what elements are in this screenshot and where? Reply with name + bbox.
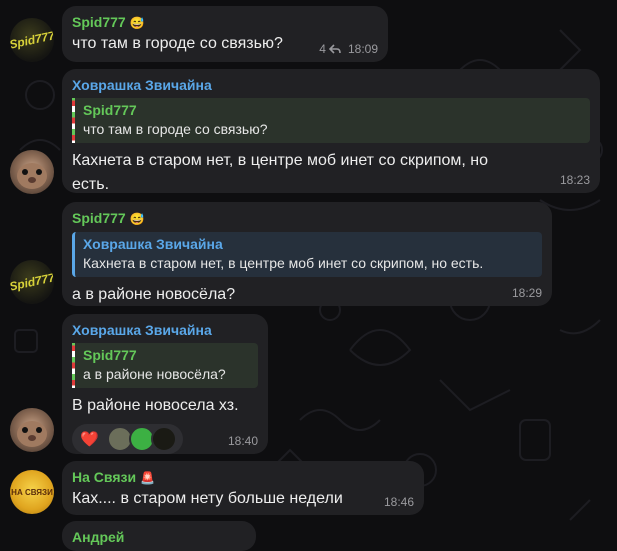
message-text-line: Кахнета в старом нет, в центре моб инет … xyxy=(72,152,488,169)
message-text: В районе новосела хз. xyxy=(72,397,239,414)
sender-name[interactable]: Ховрашка Звичайна xyxy=(72,76,590,94)
message-time: 18:46 xyxy=(383,495,414,509)
message-bubble[interactable]: Ховрашка Звичайна Spid777 что там в горо… xyxy=(62,69,600,193)
quote-text: а в районе новосёла? xyxy=(83,366,226,382)
avatar-label: НА СВЯЗИ xyxy=(11,487,53,497)
reply-quote[interactable]: Spid777 а в районе новосёла? xyxy=(72,343,258,388)
reply-quote[interactable]: Spid777 что там в городе со связью? xyxy=(72,98,590,143)
message-bubble[interactable]: Spid777 😅 Ховрашка Звичайна Кахнета в ст… xyxy=(62,202,552,306)
quote-text: что там в городе со связью? xyxy=(83,121,268,137)
message-meta: 18:46 xyxy=(384,495,414,509)
message-text: а в районе новосёла? xyxy=(72,286,236,303)
message-time: 18:23 xyxy=(559,173,590,187)
message-text-line: есть. xyxy=(72,176,110,193)
sender-emoji: 😅 xyxy=(129,16,145,30)
message-time: 18:29 xyxy=(511,286,542,300)
avatar-spid777[interactable]: Spid777 xyxy=(10,260,54,304)
quote-sender: Spid777 xyxy=(83,102,137,118)
sender-name[interactable]: На Связи 🚨 xyxy=(72,468,414,487)
message-meta: 18:23 xyxy=(560,173,590,187)
message-meta: 4 18:09 xyxy=(319,42,378,56)
message-time: 18:40 xyxy=(227,434,258,448)
message-text: Кахнета в старом нет, в центре моб инет … xyxy=(72,149,590,197)
sender-name[interactable]: Андрей xyxy=(72,528,246,546)
guinea-pig-icon xyxy=(17,163,47,189)
sender-emoji: 😅 xyxy=(129,212,145,226)
guinea-pig-icon xyxy=(17,421,47,447)
sender-name[interactable]: Spid777 😅 xyxy=(72,13,378,32)
quote-text: Кахнета в старом нет, в центре моб инет … xyxy=(83,255,484,271)
heart-reaction-icon: ❤️ xyxy=(80,431,99,448)
message-bubble[interactable]: Ховрашка Звичайна Spid777 а в районе нов… xyxy=(62,314,268,454)
reply-quote[interactable]: Ховрашка Звичайна Кахнета в старом нет, … xyxy=(72,232,542,277)
sender-name[interactable]: Spid777 😅 xyxy=(72,209,542,228)
message-bubble[interactable]: На Связи 🚨 Ках.... в старом нету больше … xyxy=(62,461,424,515)
reply-arrow-icon[interactable] xyxy=(328,44,341,54)
reply-count[interactable]: 4 xyxy=(319,42,326,56)
avatar-label: Spid777 xyxy=(10,28,54,52)
quote-sender: Ховрашка Звичайна xyxy=(83,236,223,252)
avatar-label: Spid777 xyxy=(10,270,54,294)
avatar-na-svyazi[interactable]: НА СВЯЗИ xyxy=(10,470,54,514)
message-meta: 18:40 xyxy=(228,434,258,448)
sender-emoji: 🚨 xyxy=(139,471,155,485)
reactor-avatar xyxy=(150,426,177,452)
heart-reaction-pill[interactable]: ❤️ xyxy=(72,424,183,454)
message-text: Ках.... в старом нету больше недели xyxy=(72,490,343,507)
message-bubble[interactable]: Spid777 😅 что там в городе со связью? 4 … xyxy=(62,6,388,62)
avatar-spid777[interactable]: Spid777 xyxy=(10,18,54,62)
quote-sender: Spid777 xyxy=(83,347,137,363)
message-meta: 18:29 xyxy=(512,286,542,300)
avatar-hovrashka[interactable] xyxy=(10,408,54,452)
message-bubble[interactable]: Андрей xyxy=(62,521,256,551)
message-time: 18:09 xyxy=(347,42,378,56)
sender-name[interactable]: Ховрашка Звичайна xyxy=(72,321,258,339)
avatar-hovrashka[interactable] xyxy=(10,150,54,194)
